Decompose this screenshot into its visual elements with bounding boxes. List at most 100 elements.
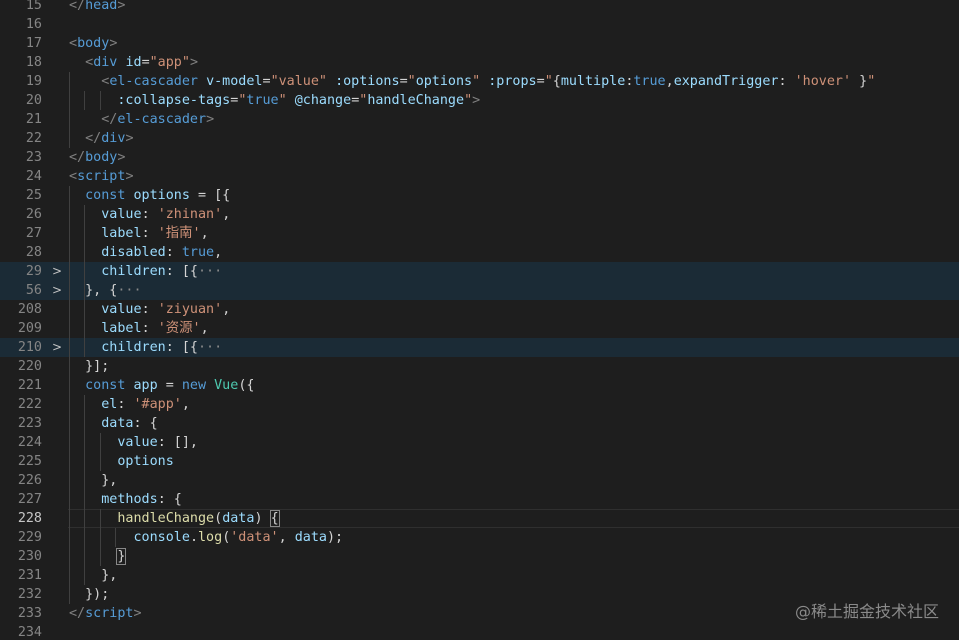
code-token: : — [141, 321, 158, 336]
code-line[interactable]: 56 > }, {··· — [0, 281, 959, 300]
code-token: > — [206, 112, 215, 127]
code-token: " — [472, 74, 481, 89]
code-line[interactable]: 18 <div id="app"> — [0, 53, 959, 72]
code-token: > — [133, 606, 142, 621]
code-token: = — [536, 74, 545, 89]
code-token: < — [69, 169, 78, 184]
code-token: , — [222, 302, 231, 317]
indent-guide — [84, 91, 85, 110]
code-token: script — [85, 606, 134, 621]
code-line[interactable]: 229 console.log('data', data); — [0, 528, 959, 547]
code-token: Vue — [214, 378, 239, 393]
code-line[interactable]: 19 <el-cascader v-model="value" :options… — [0, 72, 959, 91]
code-line[interactable]: 210 > children: [{··· — [0, 338, 959, 357]
code-line[interactable]: 208 value: 'ziyuan', — [0, 300, 959, 319]
code-editor[interactable]: 15 </head> 16 17 <body> 18 <div id="app"> 19 <… — [0, 0, 959, 640]
code-token: 'data' — [230, 530, 279, 545]
code-line[interactable]: 27 label: '指南', — [0, 224, 959, 243]
code-token: ··· — [117, 283, 142, 298]
code-line[interactable]: 223 data: { — [0, 414, 959, 433]
code-line[interactable]: 227 methods: { — [0, 490, 959, 509]
code-token: , — [214, 245, 223, 260]
code-token: expandTrigger — [673, 74, 779, 89]
chevron-right-icon[interactable]: > — [50, 338, 64, 357]
code-token: ) — [254, 511, 271, 526]
code-token: </ — [69, 0, 86, 13]
code-token: head — [85, 0, 118, 13]
code-line[interactable]: 221 const app = new Vue({ — [0, 376, 959, 395]
code-line[interactable]: 209 label: '资源', — [0, 319, 959, 338]
code-token: { — [552, 74, 561, 89]
code-line[interactable]: 234 — [0, 623, 959, 640]
code-token: " — [278, 93, 287, 108]
code-line[interactable]: 22 </div> — [0, 129, 959, 148]
code-token: ··· — [198, 340, 223, 355]
code-line[interactable]: 224 value: [], — [0, 433, 959, 452]
line-number: 225 — [17, 454, 42, 469]
code-token: el-cascader — [117, 112, 207, 127]
code-token: < — [69, 36, 78, 51]
code-line[interactable]: 16 — [0, 15, 959, 34]
code-text: label: '指南', — [69, 224, 209, 243]
chevron-right-icon[interactable]: > — [50, 262, 64, 281]
code-token: data — [101, 416, 134, 431]
code-line[interactable]: 23 </body> — [0, 148, 959, 167]
line-number: 221 — [17, 378, 42, 393]
code-line[interactable]: 25 const options = [{ — [0, 186, 959, 205]
line-number: 222 — [17, 397, 42, 412]
line-number: 28 — [25, 245, 42, 260]
code-line[interactable]: 226 }, — [0, 471, 959, 490]
code-token: , — [278, 530, 295, 545]
code-line[interactable]: 28 disabled: true, — [0, 243, 959, 262]
code-token: , — [200, 226, 209, 241]
code-line[interactable]: 24 <script> — [0, 167, 959, 186]
code-token: > — [189, 55, 198, 70]
code-token: }); — [69, 587, 110, 602]
code-line[interactable]: 230 } — [0, 547, 959, 566]
code-line[interactable]: 20 :collapse-tags="true" @change="handle… — [0, 91, 959, 110]
code-token: app — [133, 378, 158, 393]
code-token: true — [246, 93, 279, 108]
chevron-right-icon[interactable]: > — [50, 281, 64, 300]
code-token: : — [165, 245, 182, 260]
code-token: > — [117, 0, 126, 13]
code-token: id — [125, 55, 142, 70]
code-line[interactable]: 220 }]; — [0, 357, 959, 376]
code-token: children — [101, 264, 166, 279]
code-text: data: { — [69, 414, 157, 433]
code-token: "value" — [270, 74, 327, 89]
code-token: . — [189, 530, 198, 545]
code-token: </ — [101, 112, 118, 127]
code-token: el — [101, 397, 118, 412]
code-token: </ — [69, 606, 86, 621]
code-line[interactable]: 17 <body> — [0, 34, 959, 53]
code-line[interactable]: 29 > children: [{··· — [0, 262, 959, 281]
code-token: " — [407, 74, 416, 89]
indent-guide — [84, 205, 85, 357]
code-line[interactable]: 15 </head> — [0, 0, 959, 15]
code-token: > — [125, 169, 134, 184]
code-line[interactable]: 21 </el-cascader> — [0, 110, 959, 129]
code-token: 'ziyuan' — [157, 302, 223, 317]
code-text: disabled: true, — [69, 243, 222, 262]
code-token: = — [157, 378, 182, 393]
code-token: }, — [69, 568, 118, 583]
code-text: el: '#app', — [69, 395, 190, 414]
code-line[interactable]: 228 handleChange(data) { — [0, 509, 959, 528]
line-number: 16 — [25, 17, 42, 32]
code-line[interactable]: 26 value: 'zhinan', — [0, 205, 959, 224]
code-token: : — [141, 226, 158, 241]
code-line[interactable]: 222 el: '#app', — [0, 395, 959, 414]
code-token: " — [464, 93, 473, 108]
code-token: : — [117, 397, 134, 412]
code-line[interactable]: 225 options — [0, 452, 959, 471]
code-line[interactable]: 231 }, — [0, 566, 959, 585]
code-token: < — [85, 55, 94, 70]
line-number: 23 — [25, 150, 42, 165]
